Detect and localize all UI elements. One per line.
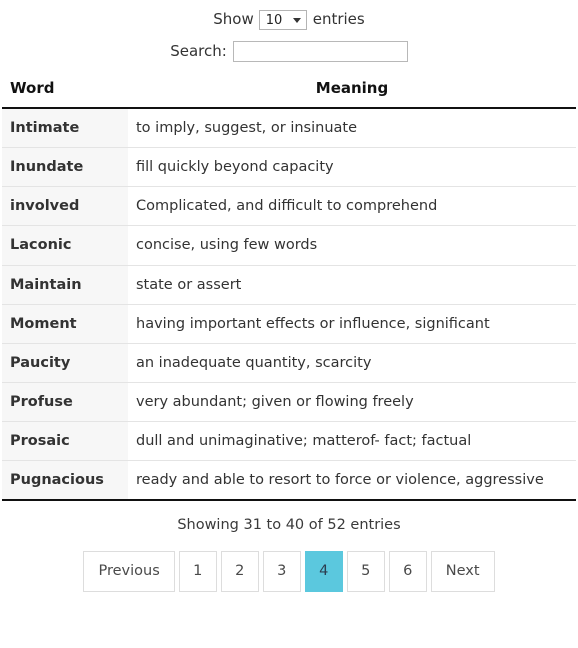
cell-word: Profuse [2,382,128,423]
table-row: Intimate to imply, suggest, or insinuate [2,108,576,149]
table-container: Word Meaning Intimate to imply, suggest, … [0,75,578,502]
table-row: Profuse very abundant; given or flowing f… [2,382,576,423]
table-row: involved Complicated, and difficult to co… [2,186,576,227]
entries-per-page-select[interactable]: 10 [258,9,307,30]
pagination-page-6[interactable]: 6 [388,551,427,592]
cell-meaning: concise, using few words [128,225,576,266]
cell-word: Intimate [2,108,128,149]
cell-meaning: ready and able to resort to force or vio… [128,460,576,502]
cell-word: involved [2,186,128,227]
pagination-page-5[interactable]: 5 [346,551,385,592]
table-header-row: Word Meaning [2,75,576,109]
table-row: Pugnacious ready and able to resort to fo… [2,460,576,502]
table-row: Moment having important effects or influe… [2,304,576,344]
cell-word: Inundate [2,147,128,188]
table-row: Laconic concise, using few words [2,225,576,266]
entries-per-page-value: 10 [265,12,283,28]
cell-meaning: Complicated, and difficult to comprehend [128,186,576,227]
pagination-page-2[interactable]: 2 [220,551,259,592]
cell-word: Maintain [2,265,128,305]
entries-length-control: Show 10 entries [0,0,578,32]
entries-label: entries [312,10,365,28]
cell-meaning: state or assert [128,265,576,305]
column-header-meaning[interactable]: Meaning [128,75,576,109]
chevron-down-icon [292,17,301,23]
table-row: Maintain state or assert [2,265,576,305]
cell-meaning: dull and unimaginative; matterof- fact; … [128,421,576,462]
cell-meaning: to imply, suggest, or insinuate [128,108,576,149]
table-row: Prosaic dull and unimaginative; matterof-… [2,421,576,462]
table-body: Intimate to imply, suggest, or insinuate I… [2,108,576,502]
pagination: Previous 123456 Next [0,551,578,592]
cell-word: Paucity [2,343,128,383]
search-control: Search: [0,37,578,65]
search-label: Search: [170,42,227,60]
pagination-page-1[interactable]: 1 [178,551,217,592]
cell-word: Prosaic [2,421,128,462]
cell-word: Pugnacious [2,460,128,502]
cell-meaning: having important effects or influence, s… [128,304,576,344]
word-meaning-table: Word Meaning Intimate to imply, suggest, … [2,75,576,502]
search-input[interactable] [232,41,408,62]
table-row: Inundate fill quickly beyond capacity [2,147,576,188]
table-header: Word Meaning [2,75,576,109]
pagination-page-4[interactable]: 4 [304,551,343,592]
datatable-page: Show 10 entries Search: Word Meaning Intim… [0,0,578,648]
table-row: Paucity an inadequate quantity, scarcity [2,343,576,383]
column-header-word[interactable]: Word [2,75,128,109]
pagination-page-3[interactable]: 3 [262,551,301,592]
table-info: Showing 31 to 40 of 52 entries [177,517,401,534]
cell-word: Laconic [2,225,128,266]
show-label: Show [213,10,254,28]
cell-meaning: an inadequate quantity, scarcity [128,343,576,383]
pagination-previous-button[interactable]: Previous [83,551,175,592]
cell-meaning: very abundant; given or flowing freely [128,382,576,423]
pagination-next-button[interactable]: Next [430,551,495,592]
cell-meaning: fill quickly beyond capacity [128,147,576,188]
cell-word: Moment [2,304,128,344]
